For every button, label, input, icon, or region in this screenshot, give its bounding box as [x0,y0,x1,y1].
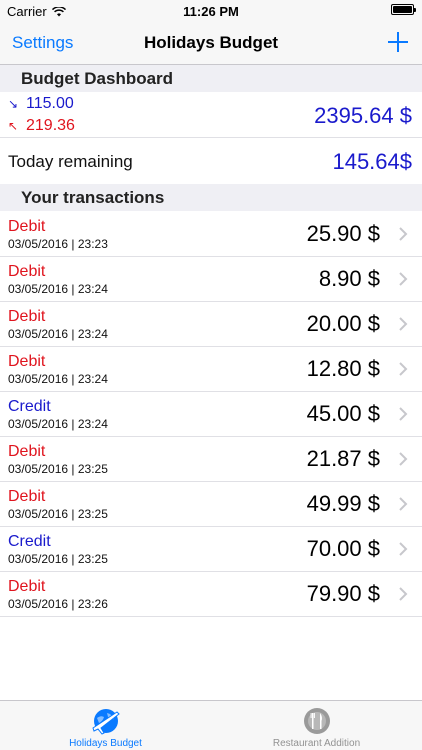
plus-icon [388,32,408,52]
table-row[interactable]: Debit 03/05/2016 | 23:24 12.80 $ [0,347,422,392]
table-row[interactable]: Credit 03/05/2016 | 23:24 45.00 $ [0,392,422,437]
transaction-date: 03/05/2016 | 23:24 [8,282,108,296]
transaction-amount: 20.00 $ [306,311,380,336]
income-line: ↘ 115.00 [8,95,74,113]
today-remaining-label: Today remaining [8,152,133,171]
chevron-right-icon [399,497,408,511]
battery-icon [391,4,416,15]
dashboard-header: Budget Dashboard [0,65,422,92]
fork-knife-icon [303,708,330,734]
transaction-date: 03/05/2016 | 23:25 [8,462,108,476]
status-time: 11:26 PM [183,4,239,19]
income-value: 115.00 [26,95,74,112]
transaction-amount: 25.90 $ [306,221,380,246]
table-row[interactable]: Debit 03/05/2016 | 23:25 49.99 $ [0,482,422,527]
add-transaction-button[interactable] [384,28,412,56]
tab-label: Restaurant Addition [272,738,361,749]
transaction-type: Debit [8,263,46,280]
transaction-date: 03/05/2016 | 23:25 [8,552,108,566]
transaction-date: 03/05/2016 | 23:24 [8,372,108,386]
transaction-type: Debit [8,353,46,370]
today-remaining-value: 145.64$ [332,149,412,174]
transaction-type: Debit [8,218,46,235]
transaction-date: 03/05/2016 | 23:24 [8,327,108,341]
chevron-right-icon [399,587,408,601]
transaction-type: Credit [8,398,51,415]
page-title: Holidays Budget [143,33,279,52]
tab-label: Holidays Budget [69,738,142,749]
table-row[interactable]: Debit 03/05/2016 | 23:24 20.00 $ [0,302,422,347]
chevron-right-icon [399,227,408,241]
table-row[interactable]: Debit 03/05/2016 | 23:24 8.90 $ [0,257,422,302]
transaction-amount: 49.99 $ [306,491,380,516]
tab-holidays-budget[interactable]: Holidays Budget [0,701,211,750]
dashboard-summary-row: ↘ 115.00 ↖ 219.36 2395.64 $ [0,92,422,138]
status-right [391,4,416,15]
transaction-amount: 8.90 $ [318,266,380,291]
tab-restaurant-addition[interactable]: Restaurant Addition [211,701,422,750]
chevron-right-icon [399,272,408,286]
transaction-type: Debit [8,443,46,460]
chevron-right-icon [399,362,408,376]
transaction-amount: 79.90 $ [306,581,380,606]
transaction-type: Credit [8,533,51,550]
chevron-right-icon [399,407,408,421]
arrow-down-right-icon: ↘ [8,97,19,111]
transaction-date: 03/05/2016 | 23:24 [8,417,108,431]
arrow-up-left-icon: ↖ [8,119,19,133]
nav-bar: Settings Holidays Budget [0,22,422,65]
chevron-right-icon [399,317,408,331]
chevron-right-icon [399,452,408,466]
transaction-amount: 70.00 $ [306,536,380,561]
table-row[interactable]: Credit 03/05/2016 | 23:25 70.00 $ [0,527,422,572]
transaction-date: 03/05/2016 | 23:26 [8,597,108,611]
transaction-amount: 12.80 $ [306,356,380,381]
table-row[interactable]: Debit 03/05/2016 | 23:25 21.87 $ [0,437,422,482]
transaction-type: Debit [8,308,46,325]
transaction-date: 03/05/2016 | 23:23 [8,237,108,251]
chevron-right-icon [399,542,408,556]
transactions-list: Debit 03/05/2016 | 23:23 25.90 $ Debit 0… [0,212,422,617]
expense-line: ↖ 219.36 [8,117,75,135]
transaction-amount: 45.00 $ [306,401,380,426]
budget-total: 2395.64 $ [314,103,412,128]
table-row[interactable]: Debit 03/05/2016 | 23:26 79.90 $ [0,572,422,617]
transaction-amount: 21.87 $ [306,446,380,471]
transactions-header: Your transactions [0,184,422,211]
expense-value: 219.36 [26,117,75,134]
tab-bar: Holidays Budget Restaurant Addition [0,700,422,750]
status-bar: Carrier 11:26 PM [0,0,422,22]
table-row[interactable]: Debit 03/05/2016 | 23:23 25.90 $ [0,212,422,257]
transaction-type: Debit [8,488,46,505]
globe-plane-icon [91,709,120,735]
today-remaining-row: Today remaining 145.64$ [0,138,422,184]
transaction-type: Debit [8,578,46,595]
transaction-date: 03/05/2016 | 23:25 [8,507,108,521]
